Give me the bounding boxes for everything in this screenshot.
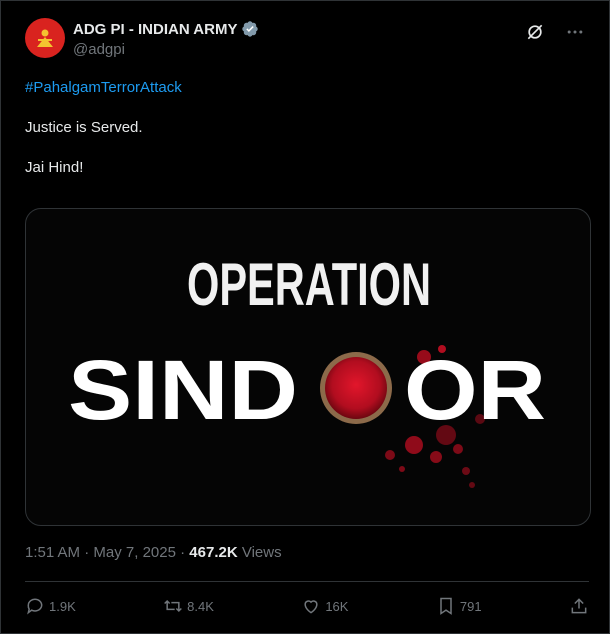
action-bar: 1.9K 8.4K 16K 791 <box>25 590 589 622</box>
tweet-header: ADG PI - INDIAN ARMY @adgpi <box>25 18 585 62</box>
tweet-text: #PahalgamTerrorAttack Justice is Served.… <box>25 78 585 178</box>
reply-icon <box>27 598 43 615</box>
sindoor-powder <box>325 357 387 419</box>
heart-icon <box>304 600 318 614</box>
author-names: ADG PI - INDIAN ARMY @adgpi <box>73 20 259 58</box>
army-emblem-icon <box>37 29 53 47</box>
tweet-time[interactable]: 1:51 AM <box>25 544 80 561</box>
meta-separator: · <box>175 544 190 561</box>
retweet-button[interactable]: 8.4K <box>163 596 214 616</box>
bookmark-button[interactable]: 791 <box>436 596 482 616</box>
hashtag-link[interactable]: #PahalgamTerrorAttack <box>25 78 585 98</box>
retweet-icon <box>164 599 183 613</box>
views-count[interactable]: 467.2K <box>189 544 237 561</box>
author-display-name[interactable]: ADG PI - INDIAN ARMY <box>73 21 237 38</box>
reply-button[interactable]: 1.9K <box>25 596 76 616</box>
grok-icon[interactable] <box>525 22 545 42</box>
share-icon <box>571 598 587 614</box>
reply-count: 1.9K <box>49 598 76 614</box>
operation-word: OPERATION <box>187 251 431 318</box>
more-options-icon[interactable] <box>565 22 585 42</box>
like-count: 16K <box>325 598 349 614</box>
verified-badge-icon[interactable] <box>241 20 259 38</box>
divider <box>25 581 589 582</box>
tweet-line-2: Jai Hind! <box>25 159 84 176</box>
views-label: Views <box>241 544 282 561</box>
author-display-row: ADG PI - INDIAN ARMY <box>73 20 259 38</box>
like-button[interactable]: 16K <box>301 596 348 616</box>
tweet-line-1: Justice is Served. <box>25 119 143 136</box>
header-actions <box>525 22 585 42</box>
meta-separator: · <box>80 544 94 561</box>
tweet-media-image[interactable]: OPERATION SIND OR <box>25 208 591 526</box>
avatar[interactable] <box>25 18 65 58</box>
retweet-count: 8.4K <box>187 598 214 614</box>
sindoor-word-part1: SIND <box>68 343 298 437</box>
share-button[interactable] <box>569 596 589 616</box>
sindoor-word-part2: OR <box>404 343 546 437</box>
tweet-date[interactable]: May 7, 2025 <box>93 544 176 561</box>
operation-sindoor-graphic: OPERATION SIND OR <box>68 251 546 488</box>
bookmark-count: 791 <box>459 598 482 614</box>
author-handle[interactable]: @adgpi <box>73 41 259 58</box>
tweet-meta: 1:51 AM · May 7, 2025 · 467.2K Views <box>25 544 282 561</box>
bookmark-icon <box>440 597 452 615</box>
